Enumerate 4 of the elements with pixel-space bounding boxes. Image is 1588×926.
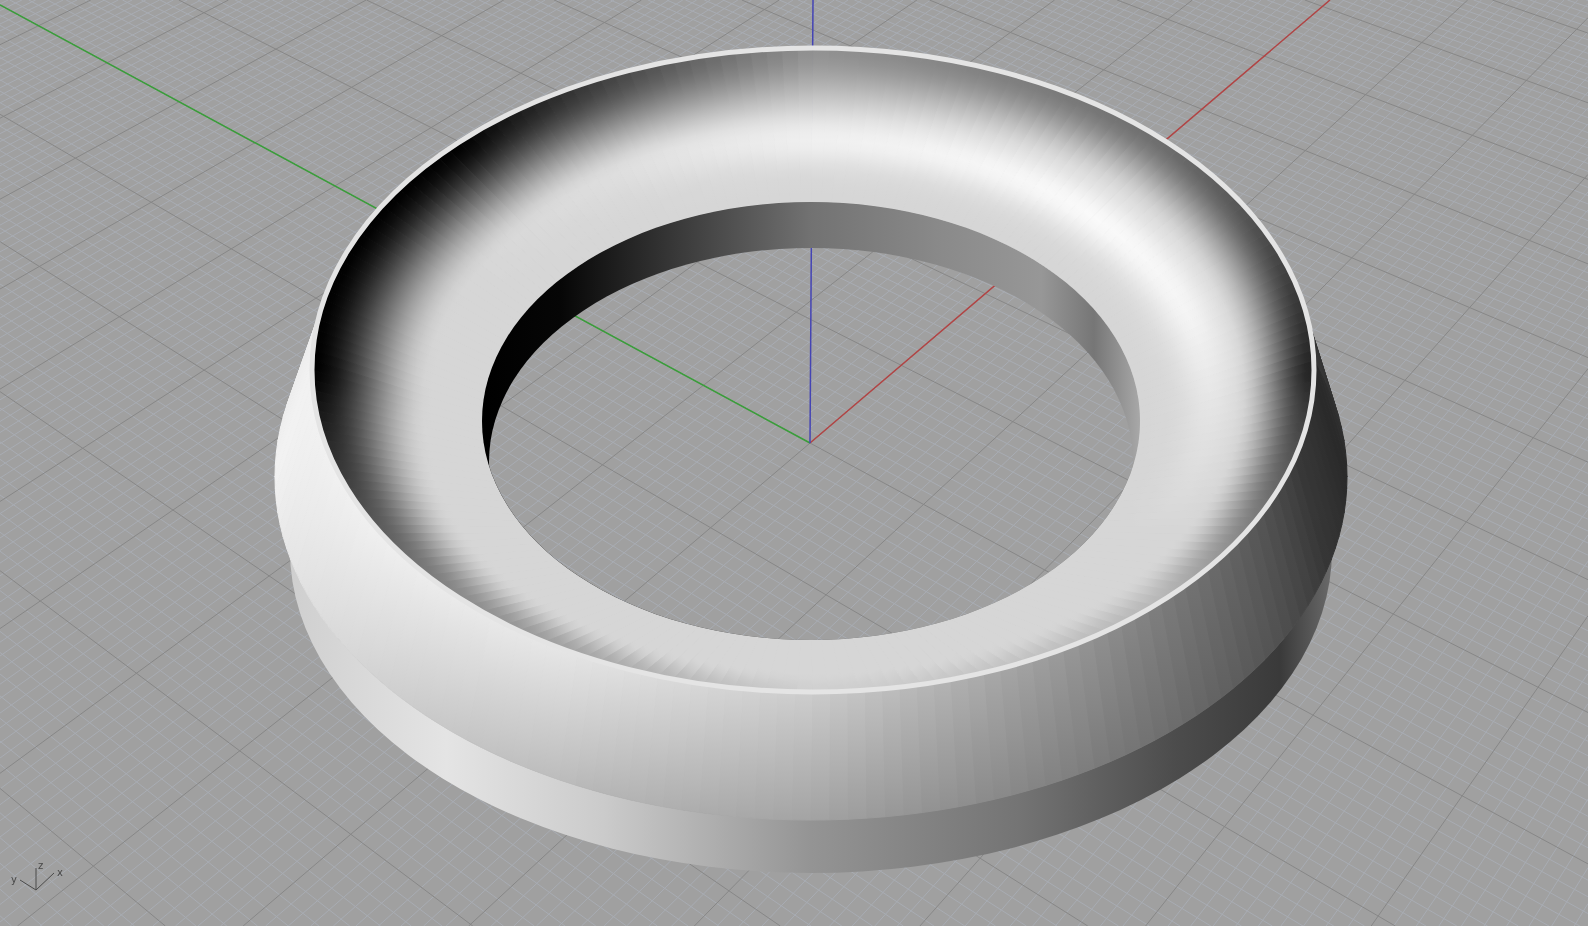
axis-triad-icon	[19, 867, 55, 891]
axis-label: y	[11, 874, 17, 885]
axis-label: x	[57, 867, 63, 878]
axis-label: z	[38, 860, 44, 871]
